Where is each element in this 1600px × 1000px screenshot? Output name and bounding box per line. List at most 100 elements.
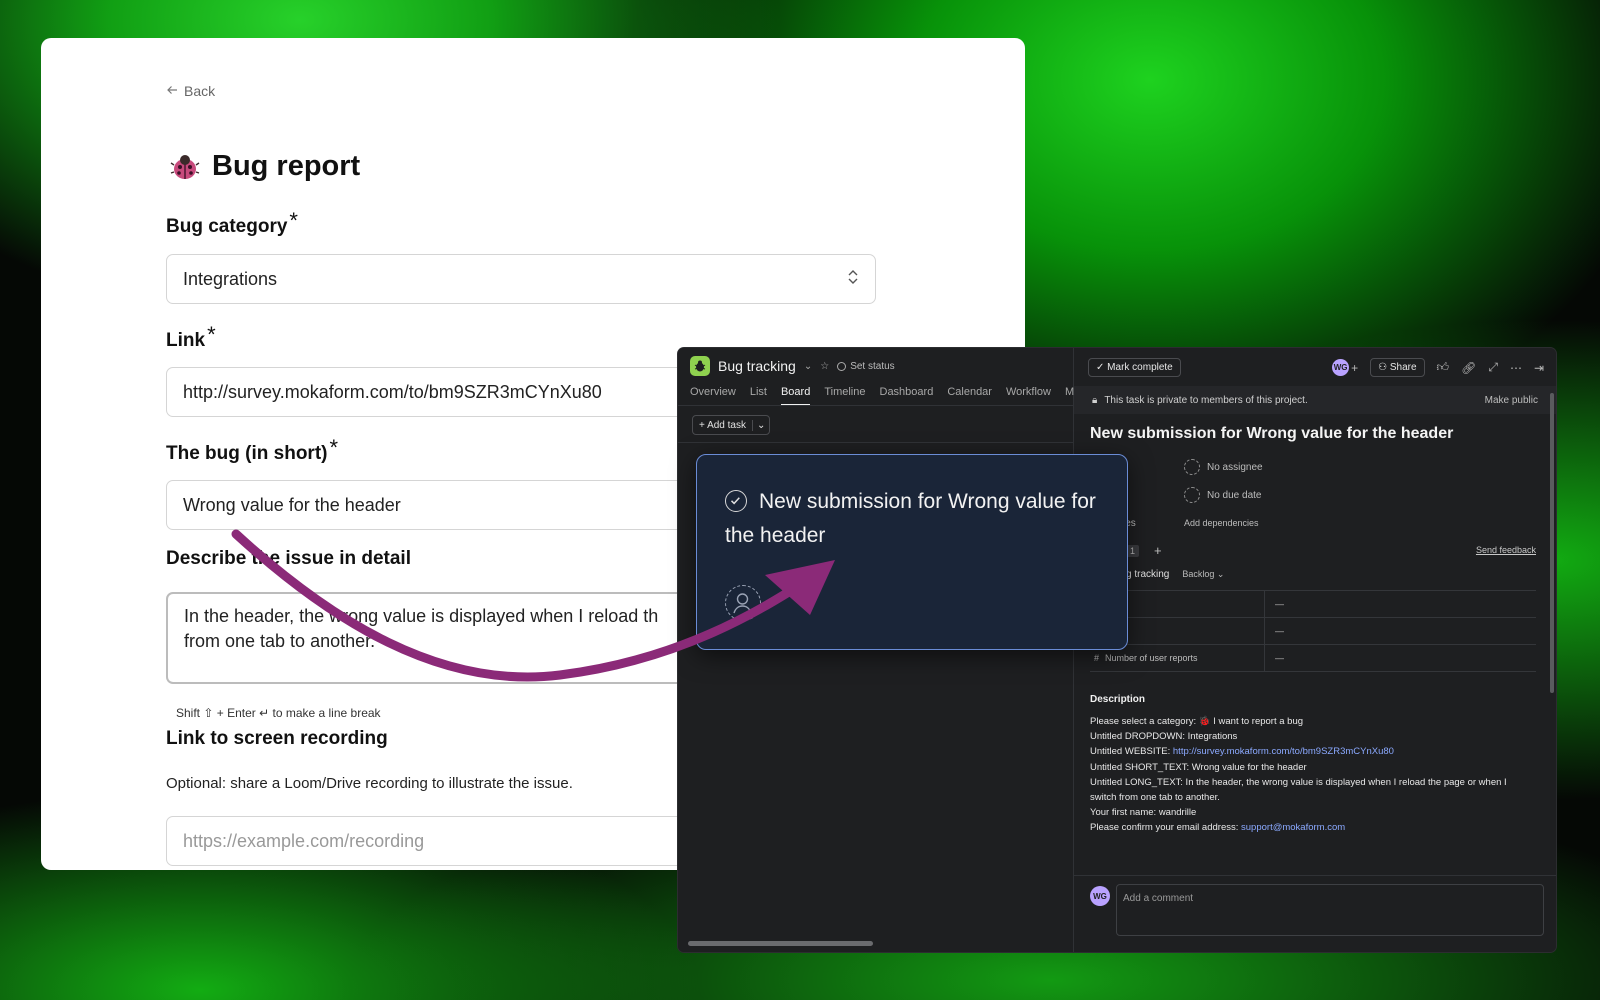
form-title-row: Bug report xyxy=(170,150,360,183)
field-value: — xyxy=(1275,653,1284,663)
horizontal-scrollbar[interactable] xyxy=(688,941,873,946)
bug-category-select[interactable]: Integrations xyxy=(166,254,876,304)
description-line: Untitled LONG_TEXT: In the header, the w… xyxy=(1090,776,1507,804)
tab-dashboard[interactable]: Dashboard xyxy=(880,386,934,406)
tab-workflow[interactable]: Workflow xyxy=(1006,386,1051,406)
expand-icon[interactable]: ⤢ xyxy=(1488,360,1498,375)
add-task-text: Add task xyxy=(707,419,746,431)
email-link[interactable]: support@mokaform.com xyxy=(1241,822,1345,833)
section-dropdown[interactable]: Backlog ⌄ xyxy=(1182,569,1224,580)
issue-detail-label-text: Describe the issue in detail xyxy=(166,548,411,569)
projects-row: 1 + xyxy=(1126,543,1162,558)
section-label: Backlog xyxy=(1182,569,1215,579)
description-heading: Description xyxy=(1090,694,1146,705)
back-label: Back xyxy=(184,83,216,99)
back-link[interactable]: Back xyxy=(166,83,215,99)
tab-calendar[interactable]: Calendar xyxy=(947,386,992,406)
share-button[interactable]: ⚇ Share xyxy=(1370,358,1425,377)
comment-input[interactable]: Add a comment xyxy=(1116,884,1544,936)
unassigned-avatar-icon[interactable] xyxy=(725,585,761,621)
add-dependencies-link[interactable]: Add dependencies xyxy=(1184,518,1259,528)
zoomed-task-title-text: New submission for Wrong value for the h… xyxy=(725,490,1096,547)
mark-complete-button[interactable]: ✓ Mark complete xyxy=(1088,358,1181,377)
screen-recording-label: Link to screen recording xyxy=(166,728,388,750)
more-icon[interactable]: ⋯ xyxy=(1510,361,1522,375)
make-public-button[interactable]: Make public xyxy=(1485,395,1538,406)
website-link[interactable]: http://survey.mokaform.com/to/bm9SZR3mCY… xyxy=(1173,746,1394,757)
due-date-field[interactable]: No due date xyxy=(1184,487,1262,503)
divider xyxy=(678,405,1073,406)
vertical-scrollbar[interactable] xyxy=(1550,393,1554,693)
arrow-left-icon xyxy=(166,83,178,99)
screen-recording-label-text: Link to screen recording xyxy=(166,728,388,749)
description-line: Your first name: wandrille xyxy=(1090,807,1197,819)
bug-short-label: The bug (in short)* xyxy=(166,435,338,465)
ladybug-icon xyxy=(170,152,200,182)
project-tabs: Overview List Board Timeline Dashboard C… xyxy=(690,386,1091,406)
task-toolbar: ✓ Mark complete WG + ⚇ Share 👍︎ 🔗︎ ⤢ ⋯ ⇥ xyxy=(1088,358,1544,377)
required-mark: * xyxy=(207,322,216,347)
tab-board[interactable]: Board xyxy=(780,386,811,406)
bug-short-input-value: Wrong value for the header xyxy=(183,494,401,515)
close-pane-icon[interactable]: ⇥ xyxy=(1534,361,1544,375)
chevron-down-icon[interactable]: ⌄ xyxy=(752,419,769,431)
share-label: Share xyxy=(1389,362,1417,373)
avatar: WG xyxy=(1090,886,1110,906)
select-arrows-icon xyxy=(847,268,859,291)
star-icon[interactable]: ☆ xyxy=(820,361,829,372)
calendar-icon xyxy=(1184,487,1200,503)
collaborators[interactable]: WG + xyxy=(1332,359,1358,376)
tab-timeline[interactable]: Timeline xyxy=(824,386,865,406)
form-title: Bug report xyxy=(212,150,361,182)
link-icon[interactable]: 🔗︎ xyxy=(1461,361,1476,375)
check-circle-icon[interactable] xyxy=(725,490,747,512)
chevron-down-icon[interactable]: ⌄ xyxy=(804,361,812,372)
field-value: — xyxy=(1275,626,1284,636)
zoomed-task-title: New submission for Wrong value for the h… xyxy=(725,485,1105,553)
required-mark: * xyxy=(289,208,298,233)
lock-icon: 🔒︎ xyxy=(1092,394,1098,406)
due-date-value: No due date xyxy=(1207,489,1262,501)
status-circle-icon xyxy=(837,361,847,371)
set-status-label: Set status xyxy=(850,360,895,372)
issue-detail-label: Describe the issue in detail xyxy=(166,548,411,570)
field-value: — xyxy=(1275,599,1284,609)
project-membership-name[interactable]: g tracking xyxy=(1126,569,1169,580)
private-notice-bar: 🔒︎ This task is private to members of th… xyxy=(1074,386,1556,414)
thumbs-up-icon[interactable]: 👍︎ xyxy=(1437,360,1450,375)
project-name: Bug tracking xyxy=(718,358,796,374)
description-text: Untitled WEBSITE: xyxy=(1090,746,1173,758)
add-task-button[interactable]: + Add task ⌄ xyxy=(692,415,771,435)
toolbar-actions: WG + ⚇ Share 👍︎ 🔗︎ ⤢ ⋯ ⇥ xyxy=(1332,358,1544,377)
bug-category-label: Bug category* xyxy=(166,208,298,238)
recording-url-placeholder: https://example.com/recording xyxy=(183,830,425,851)
link-label-text: Link xyxy=(166,330,206,351)
assignee-field[interactable]: No assignee xyxy=(1184,459,1263,475)
set-status-button[interactable]: Set status xyxy=(837,360,895,372)
required-mark: * xyxy=(329,435,339,460)
field-name: Number of user reports xyxy=(1105,653,1198,663)
description-body[interactable]: Please select a category: 🐞 I want to re… xyxy=(1090,714,1520,836)
task-title[interactable]: New submission for Wrong value for the h… xyxy=(1090,425,1453,443)
add-collaborator-icon: + xyxy=(1351,360,1359,375)
table-row[interactable]: y — xyxy=(1090,590,1536,617)
tab-overview[interactable]: Overview xyxy=(690,386,736,406)
hash-icon: # xyxy=(1094,653,1100,663)
send-feedback-link[interactable]: Send feedback xyxy=(1476,545,1536,555)
project-membership: g tracking Backlog ⌄ xyxy=(1126,569,1224,580)
link-input-value: http://survey.mokaform.com/to/bm9SZR3mCY… xyxy=(183,381,602,402)
zoomed-task-card[interactable]: New submission for Wrong value for the h… xyxy=(696,454,1128,650)
add-project-icon[interactable]: + xyxy=(1154,543,1162,558)
assignee-value: No assignee xyxy=(1207,461,1263,473)
asana-window: Bug tracking ⌄ ☆ Set status Overview Lis… xyxy=(678,348,1556,952)
tab-list[interactable]: List xyxy=(750,386,767,406)
custom-fields-table: y — er — # Number of user reports — xyxy=(1090,590,1536,672)
description-line: Untitled WEBSITE: http://survey.mokaform… xyxy=(1090,744,1520,759)
table-row[interactable]: er — xyxy=(1090,617,1536,644)
project-header: Bug tracking ⌄ ☆ Set status xyxy=(690,356,895,376)
link-label: Link* xyxy=(166,322,216,352)
table-row[interactable]: # Number of user reports — xyxy=(1090,644,1536,672)
bug-project-icon xyxy=(690,356,710,376)
comment-area: WG Add a comment xyxy=(1074,875,1556,952)
bug-category-value: Integrations xyxy=(183,268,278,289)
